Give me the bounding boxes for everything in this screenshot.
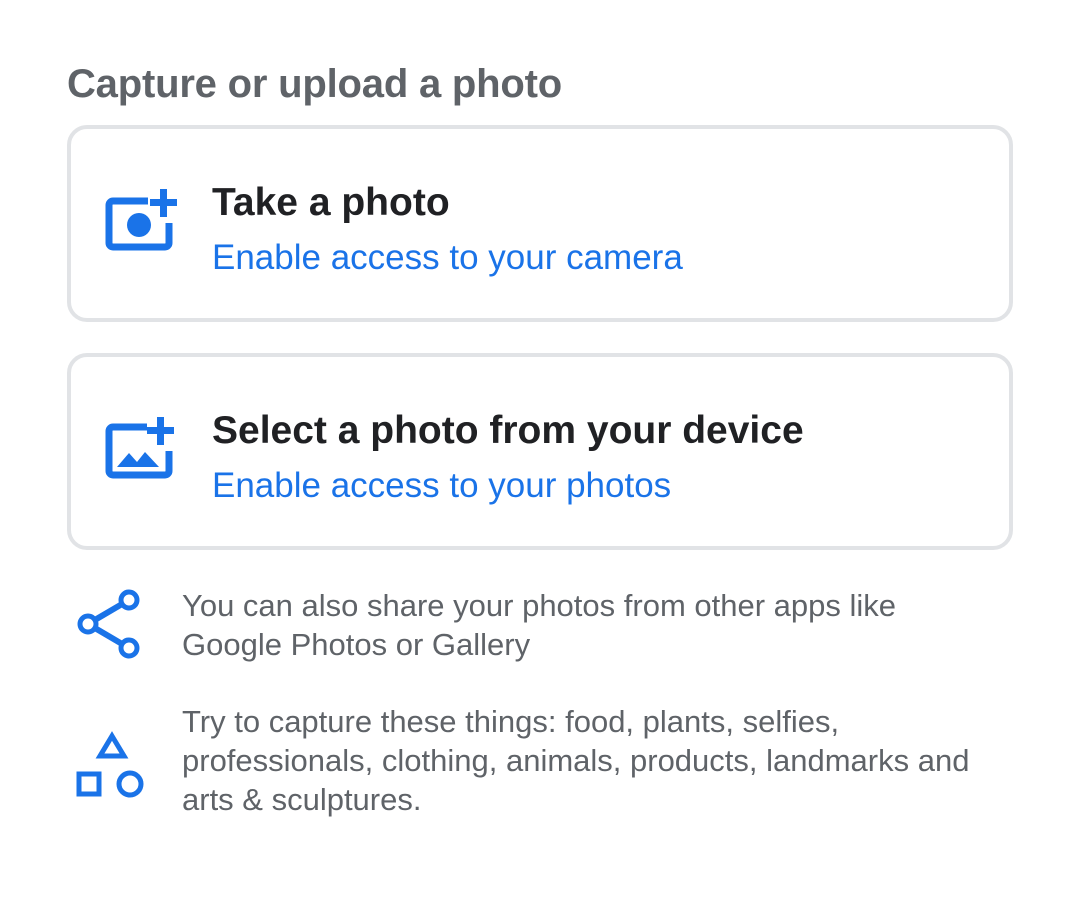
share-icon (72, 586, 152, 666)
shapes-icon (72, 702, 152, 798)
select-photo-title: Select a photo from your device (212, 409, 804, 452)
add-photo-icon (101, 415, 181, 495)
take-photo-card[interactable]: Take a photo Enable access to your camer… (67, 125, 1013, 322)
page-title: Capture or upload a photo (67, 62, 562, 106)
share-info-text: You can also share your photos from othe… (182, 588, 896, 662)
take-photo-title: Take a photo (212, 181, 450, 224)
add-camera-icon (101, 187, 181, 267)
take-photo-subtitle: Enable access to your camera (212, 238, 683, 277)
select-photo-subtitle: Enable access to your photos (212, 466, 672, 505)
capture-things-text: Try to capture these things: food, plant… (182, 704, 970, 817)
select-photo-card[interactable]: Select a photo from your device Enable a… (67, 353, 1013, 550)
